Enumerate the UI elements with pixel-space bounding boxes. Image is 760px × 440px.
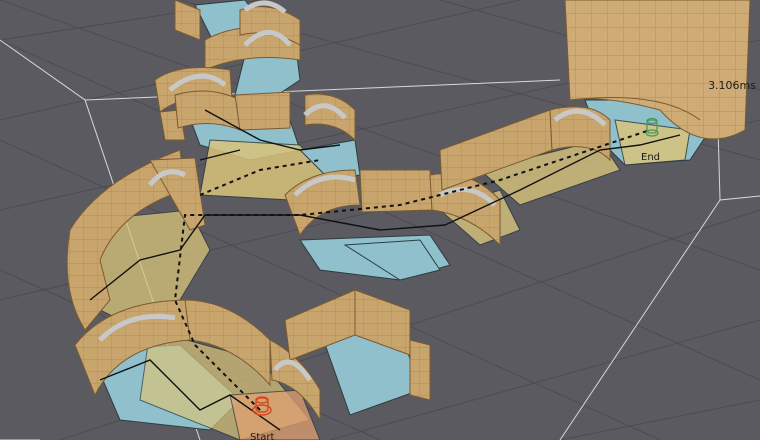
scene-viewport[interactable]: Start End 3.106ms <box>0 0 760 440</box>
frame-timing: 3.106ms <box>708 79 756 92</box>
scene-canvas[interactable]: Start End <box>0 0 760 440</box>
start-label: Start <box>250 432 275 440</box>
end-label: End <box>641 152 660 163</box>
